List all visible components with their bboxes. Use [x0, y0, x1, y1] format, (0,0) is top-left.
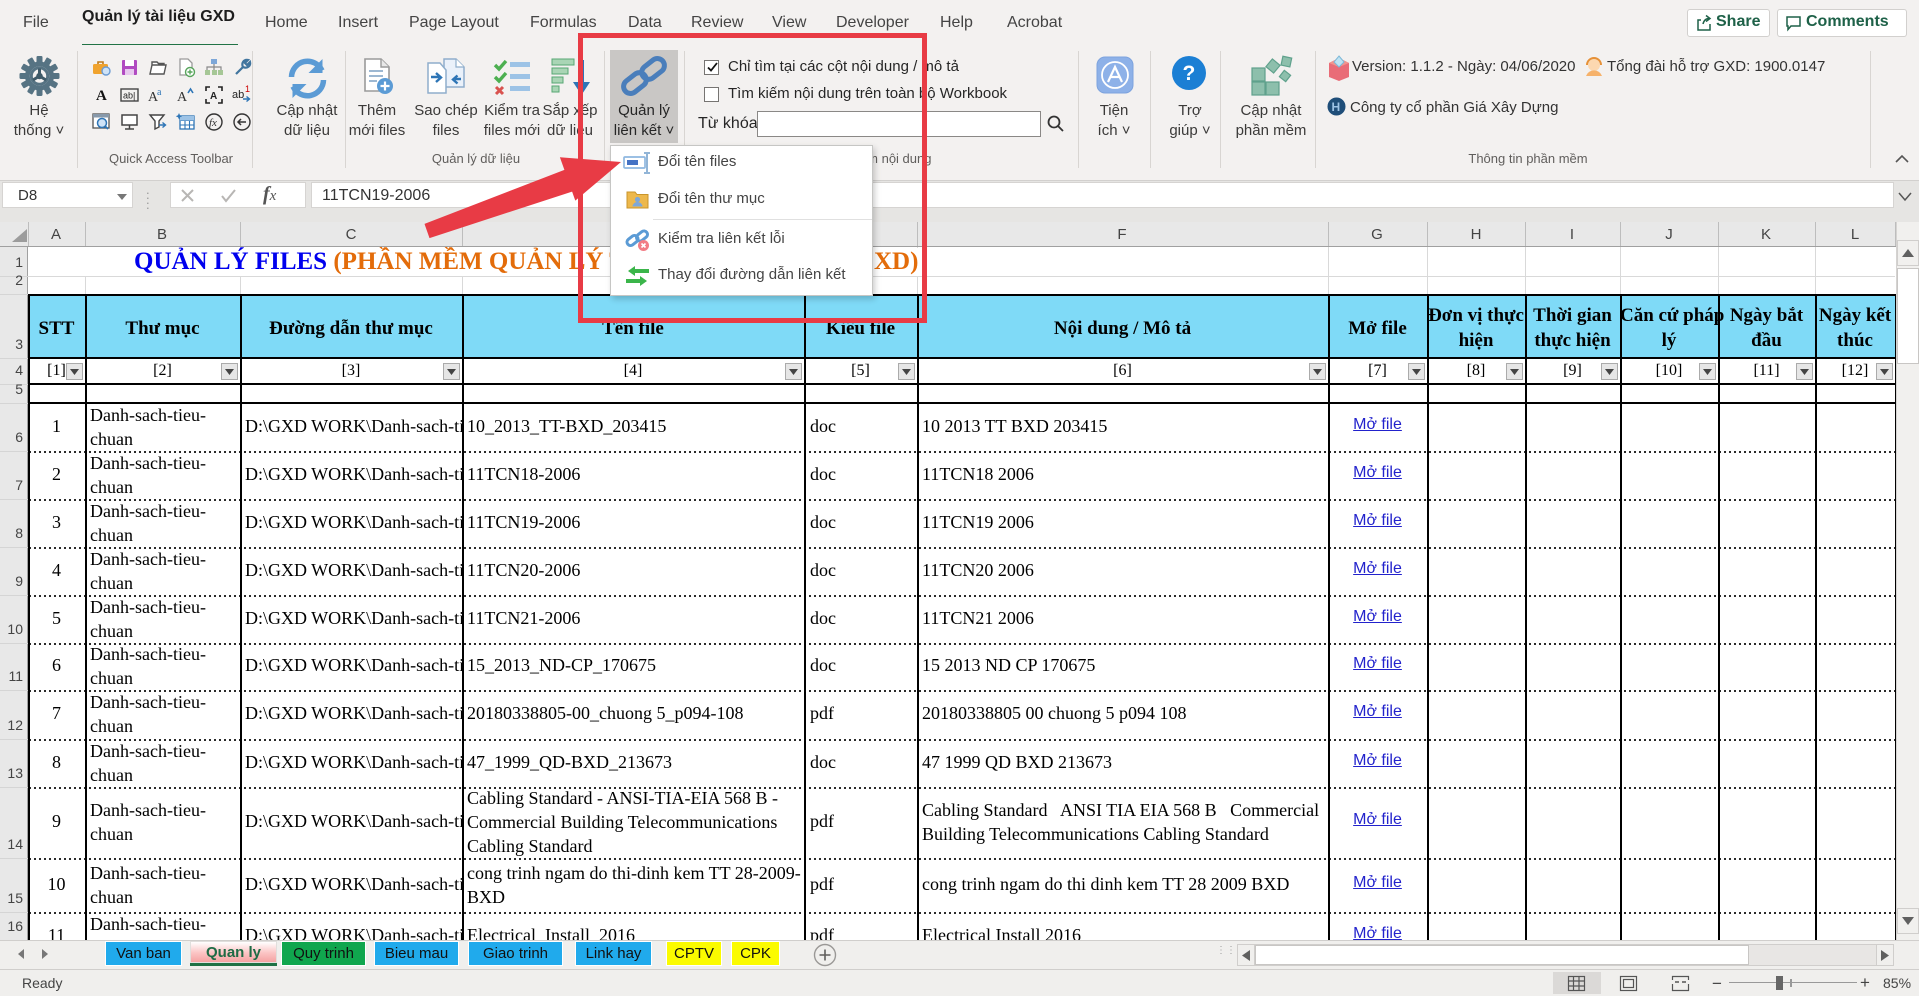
- svg-text:?: ?: [1183, 62, 1196, 85]
- svg-text:H: H: [1332, 100, 1341, 114]
